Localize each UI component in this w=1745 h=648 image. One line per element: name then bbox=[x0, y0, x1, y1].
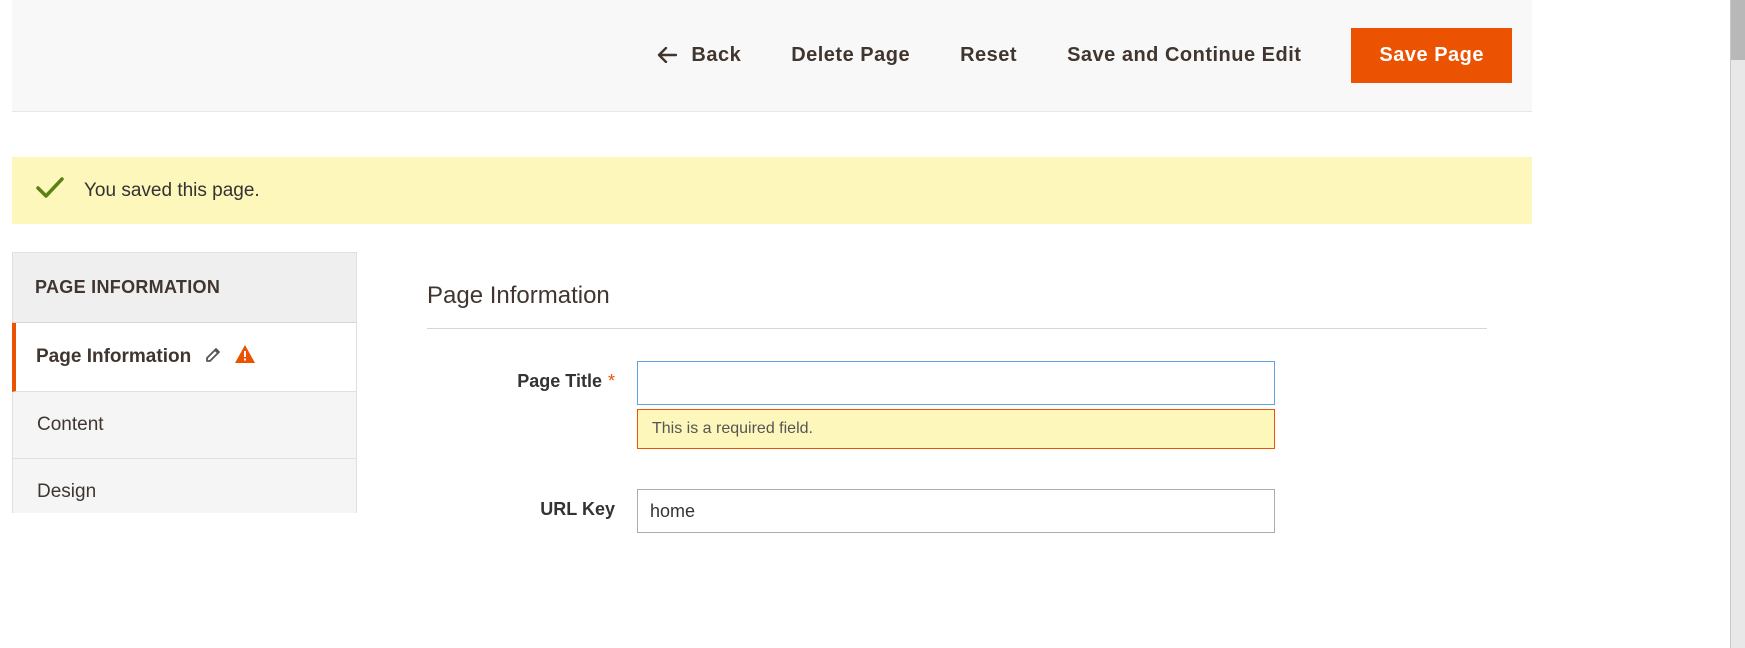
field-page-title: Page Title * This is a required field. bbox=[427, 361, 1532, 449]
page-title-input[interactable] bbox=[637, 361, 1275, 405]
back-label: Back bbox=[691, 44, 741, 67]
tab-page-information[interactable]: Page Information bbox=[12, 323, 357, 392]
label-text: Page Title bbox=[517, 371, 602, 391]
save-continue-button[interactable]: Save and Continue Edit bbox=[1067, 44, 1301, 67]
tab-label: Page Information bbox=[36, 346, 191, 368]
content-area: PAGE INFORMATION Page Information Conten… bbox=[12, 252, 1532, 573]
main-panel: Page Information Page Title * This is a r… bbox=[357, 252, 1532, 573]
arrow-left-icon bbox=[657, 43, 677, 69]
tab-label: Content bbox=[37, 414, 104, 436]
check-icon bbox=[36, 177, 64, 204]
url-key-label: URL Key bbox=[427, 489, 637, 520]
delete-page-button[interactable]: Delete Page bbox=[791, 44, 910, 67]
tab-content[interactable]: Content bbox=[12, 392, 357, 459]
page-title-error: This is a required field. bbox=[637, 409, 1275, 449]
label-text: URL Key bbox=[540, 499, 615, 519]
tab-label: Design bbox=[37, 481, 96, 503]
warning-icon bbox=[235, 345, 255, 369]
section-title: Page Information bbox=[427, 282, 1487, 329]
success-message-text: You saved this page. bbox=[84, 180, 260, 202]
required-asterisk: * bbox=[608, 371, 615, 391]
side-tabs-header: PAGE INFORMATION bbox=[12, 252, 357, 323]
field-url-key: URL Key bbox=[427, 489, 1532, 533]
reset-button[interactable]: Reset bbox=[960, 44, 1017, 67]
save-page-button[interactable]: Save Page bbox=[1351, 28, 1512, 83]
side-tabs: PAGE INFORMATION Page Information Conten… bbox=[12, 252, 357, 573]
back-button[interactable]: Back bbox=[657, 43, 741, 69]
action-toolbar: Back Delete Page Reset Save and Continue… bbox=[12, 0, 1532, 112]
pencil-icon bbox=[205, 347, 221, 368]
page-title-label: Page Title * bbox=[427, 361, 637, 392]
url-key-input[interactable] bbox=[637, 489, 1275, 533]
scrollbar[interactable] bbox=[1730, 0, 1745, 648]
success-message: You saved this page. bbox=[12, 157, 1532, 224]
tab-design[interactable]: Design bbox=[12, 459, 357, 513]
